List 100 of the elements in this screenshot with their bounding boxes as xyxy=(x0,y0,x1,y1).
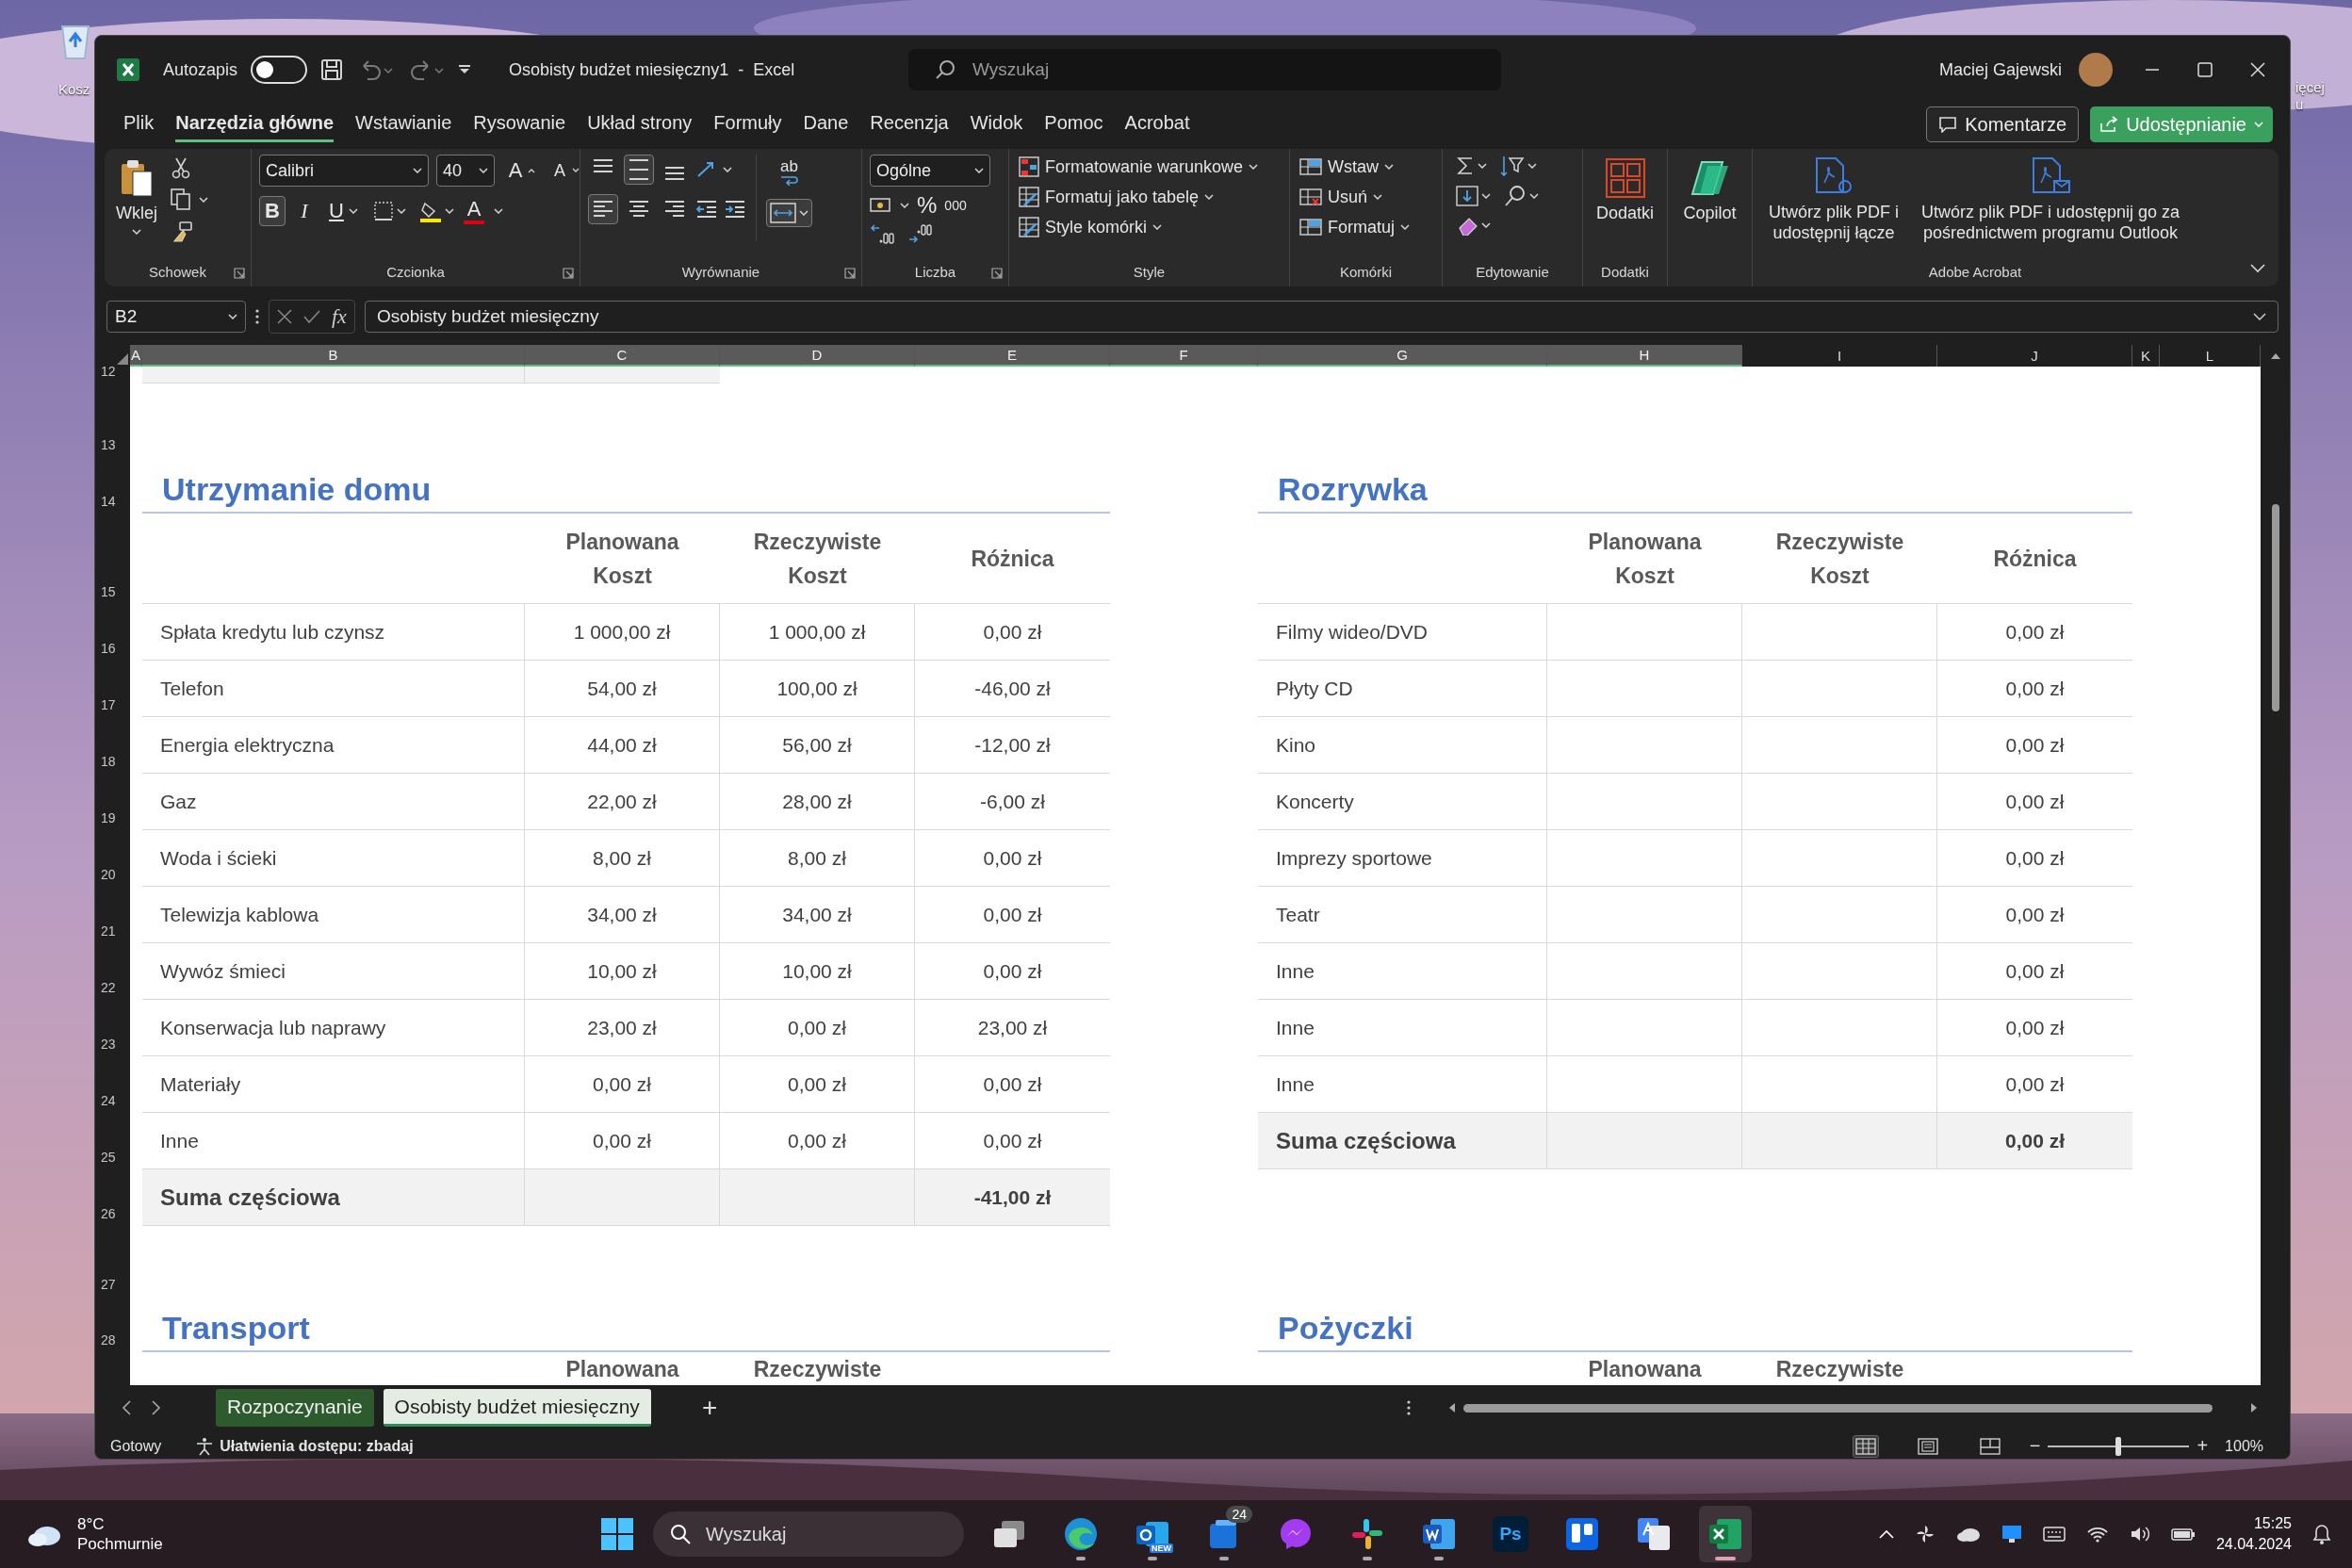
caret-icon[interactable] xyxy=(1249,164,1259,170)
taskbar-search-box[interactable]: Wyszukaj xyxy=(653,1511,964,1557)
autosum-icon[interactable] xyxy=(1456,155,1475,176)
taskbar-app[interactable]: 24 xyxy=(1198,1506,1250,1562)
clock-date[interactable]: 24.04.2024 xyxy=(2215,1534,2292,1555)
underline-button[interactable]: U xyxy=(323,196,362,226)
customize-caret-icon[interactable] xyxy=(458,64,472,75)
view-button[interactable] xyxy=(1852,1434,1879,1458)
ribbon-tab[interactable]: Pomoc xyxy=(1044,106,1103,142)
styles-menu-button[interactable]: Formatuj jako tabelę xyxy=(1017,185,1217,209)
expand-icon[interactable] xyxy=(2253,313,2266,320)
caret-icon[interactable] xyxy=(349,208,358,214)
decrease-indent-icon[interactable] xyxy=(695,199,718,220)
dialog-launcher-icon[interactable] xyxy=(563,268,574,279)
percent-button[interactable]: % xyxy=(917,194,938,217)
ribbon-tab[interactable]: Narzędzia główne xyxy=(175,106,335,142)
caret-icon[interactable] xyxy=(228,314,237,319)
horizontal-align-button[interactable] xyxy=(588,194,618,224)
column-header[interactable]: B xyxy=(142,345,525,367)
scroll-right-icon[interactable] xyxy=(2250,1402,2258,1413)
ribbon-tab[interactable]: Rysowanie xyxy=(473,106,566,142)
styles-menu-button[interactable]: Formatowanie warunkowe xyxy=(1017,155,1261,179)
find-icon[interactable] xyxy=(1504,185,1527,207)
caret-icon[interactable] xyxy=(445,208,454,214)
ribbon-tab[interactable]: Układ strony xyxy=(587,106,693,142)
caret-icon[interactable] xyxy=(1529,193,1539,199)
column-header[interactable]: A xyxy=(130,345,142,367)
ribbon-tab[interactable]: Acrobat xyxy=(1124,106,1190,142)
monitor-icon[interactable] xyxy=(2001,1525,2022,1544)
ribbon-tab[interactable]: Dane xyxy=(803,106,849,142)
italic-button[interactable]: I xyxy=(291,196,318,226)
taskbar-app[interactable] xyxy=(1699,1506,1752,1562)
caret-icon[interactable] xyxy=(1481,193,1491,199)
close-icon[interactable] xyxy=(2250,62,2265,77)
caret-icon[interactable] xyxy=(974,168,984,173)
collapse-ribbon-icon[interactable] xyxy=(2250,264,2265,273)
font-size-field[interactable]: 40 xyxy=(436,155,495,187)
search-icon[interactable] xyxy=(670,1524,691,1544)
caret-icon[interactable] xyxy=(1478,163,1487,169)
sort-filter-icon[interactable] xyxy=(1500,155,1525,177)
start-icon[interactable] xyxy=(600,1517,634,1551)
dialog-launcher-icon[interactable] xyxy=(234,268,245,279)
column-header[interactable]: H xyxy=(1547,345,1742,367)
create-pdf-button[interactable]: Utwórz plik PDF i udostępnij go za pośrednictwem programu Outlook xyxy=(1914,155,2187,245)
wrap-text-button[interactable]: ab xyxy=(766,155,812,189)
scrollbar-thumb[interactable] xyxy=(2271,504,2279,711)
wifi-icon[interactable] xyxy=(2085,1526,2109,1543)
zoom-in-button[interactable]: + xyxy=(2197,1435,2209,1457)
borders-icon[interactable] xyxy=(373,201,394,221)
speaker-icon[interactable] xyxy=(2129,1526,2150,1543)
cells-menu-button[interactable]: Formatuj xyxy=(1298,215,1412,239)
column-header[interactable]: C xyxy=(525,345,720,367)
caret-icon[interactable] xyxy=(1152,224,1163,230)
pinwheel-icon[interactable] xyxy=(1914,1524,1936,1544)
caret-icon[interactable] xyxy=(1527,163,1537,169)
more-options-icon[interactable] xyxy=(255,308,259,325)
save-icon[interactable] xyxy=(320,58,344,81)
copy-icon[interactable] xyxy=(171,188,191,211)
column-header[interactable]: F xyxy=(1110,345,1258,367)
number-format-field[interactable]: Ogólne xyxy=(870,155,990,187)
maximize-icon[interactable] xyxy=(2197,62,2213,77)
name-box[interactable]: B2 xyxy=(106,301,246,333)
column-header[interactable]: G xyxy=(1258,345,1547,367)
weather-temperature[interactable]: 8°C xyxy=(77,1514,163,1534)
caret-icon[interactable] xyxy=(900,203,909,208)
decrease-decimal-icon[interactable] xyxy=(907,224,932,245)
ribbon-tab[interactable]: Widok xyxy=(970,106,1023,142)
caret-icon[interactable] xyxy=(1204,194,1215,200)
ribbon-tab[interactable]: Recenzja xyxy=(870,106,949,142)
font-color-button[interactable]: A xyxy=(460,197,488,225)
styles-menu-button[interactable]: Style komórki xyxy=(1017,215,1165,239)
paste-button[interactable]: Wklej xyxy=(112,155,161,238)
zoom-out-button[interactable]: − xyxy=(2029,1435,2041,1457)
cells-menu-button[interactable]: Wstaw xyxy=(1298,155,1396,179)
sheet-tab[interactable]: Osobisty budżet miesięczny xyxy=(383,1389,651,1427)
clock-time[interactable]: 15:25 xyxy=(2253,1513,2292,1534)
copilot-button[interactable]: Copilot xyxy=(1679,155,1740,227)
comments-button[interactable]: Komentarze xyxy=(1926,106,2080,142)
caret-icon[interactable] xyxy=(723,167,732,172)
caret-icon[interactable] xyxy=(1373,194,1383,200)
taskbar-app[interactable]: Ps xyxy=(1484,1506,1537,1562)
caret-icon[interactable] xyxy=(1400,224,1410,230)
keyboard-icon[interactable] xyxy=(2042,1527,2066,1542)
ribbon-tab[interactable]: Formuły xyxy=(713,106,782,142)
sheet-tab[interactable]: Rozpoczynanie xyxy=(216,1389,374,1427)
caret-icon[interactable] xyxy=(397,208,406,214)
caret-icon[interactable] xyxy=(132,229,141,235)
caret-icon[interactable] xyxy=(799,210,808,216)
caret-icon[interactable] xyxy=(494,208,503,214)
select-all-icon[interactable] xyxy=(117,353,128,365)
caret-icon[interactable] xyxy=(413,168,422,173)
next-sheet-icon[interactable] xyxy=(152,1400,161,1415)
increase-indent-icon[interactable] xyxy=(724,199,746,220)
caret-icon[interactable] xyxy=(199,197,208,203)
search-icon[interactable] xyxy=(935,59,956,80)
thousands-separator-button[interactable]: 000 xyxy=(944,198,967,213)
currency-icon[interactable] xyxy=(870,196,892,215)
cells-menu-button[interactable]: Usuń xyxy=(1298,185,1385,209)
accessibility-status[interactable]: Ułatwienia dostępu: zbadaj xyxy=(220,1437,414,1455)
fill-down-icon[interactable] xyxy=(1456,186,1478,206)
